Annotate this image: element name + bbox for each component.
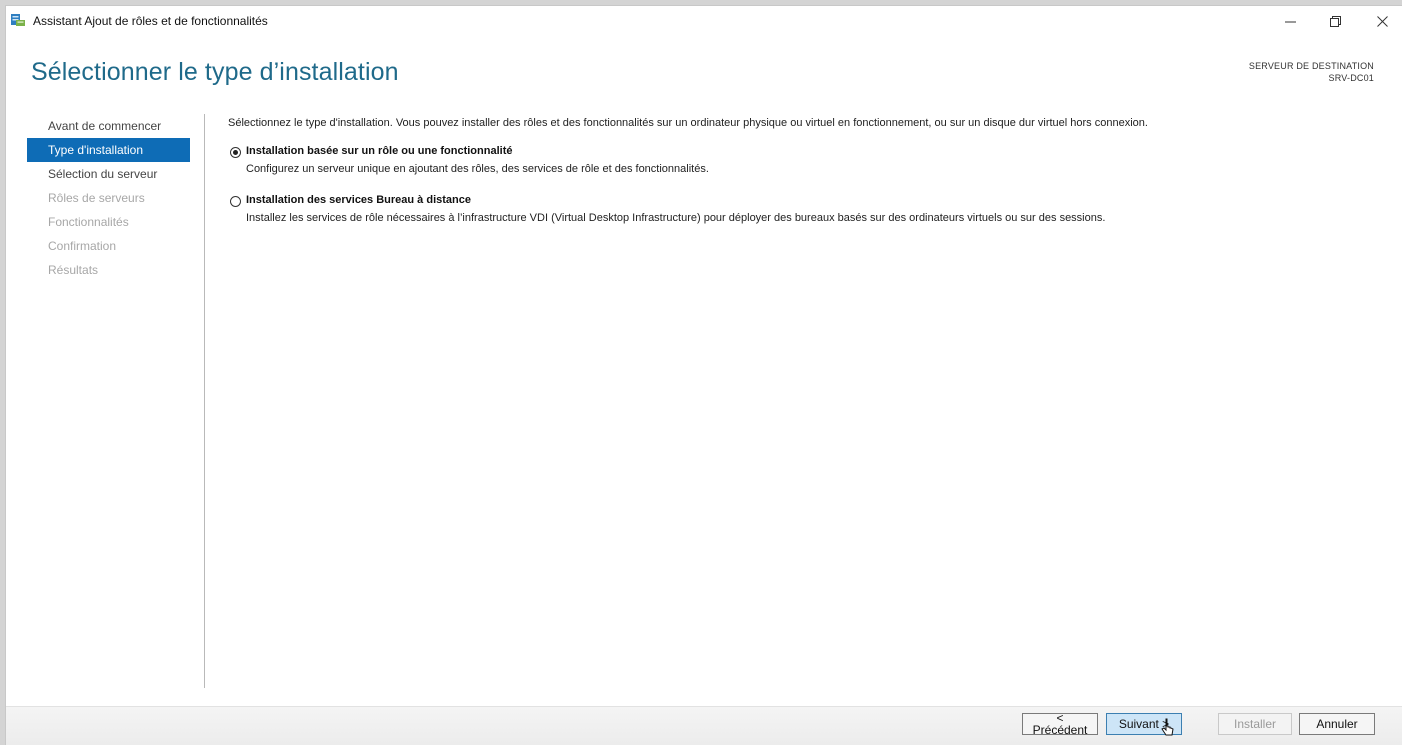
title-bar: Assistant Ajout de rôles et de fonctionn… <box>6 6 1402 36</box>
option-remote-desktop[interactable]: Installation des services Bureau à dista… <box>228 194 1378 225</box>
intro-text: Sélectionnez le type d'installation. Vou… <box>228 117 1148 129</box>
destination-server-name: SRV-DC01 <box>1328 73 1374 83</box>
footer-bar <box>6 707 1402 745</box>
radio-role-based[interactable] <box>230 147 241 158</box>
wizard-window: Assistant Ajout de rôles et de fonctionn… <box>6 6 1402 745</box>
option-remote-desktop-description: Installez les services de rôle nécessair… <box>246 212 1106 224</box>
option-role-based[interactable]: Installation basée sur un rôle ou une fo… <box>228 145 1378 176</box>
sidebar-divider <box>204 114 205 688</box>
mouse-pointer-icon <box>1160 718 1176 740</box>
main-content: Sélectionnez le type d'installation. Vou… <box>228 116 1378 225</box>
restore-icon <box>1329 15 1341 27</box>
minimize-button[interactable] <box>1270 6 1310 36</box>
destination-label: SERVEUR DE DESTINATION <box>1248 61 1374 71</box>
nav-item-avant-de-commencer[interactable]: Avant de commencer <box>27 114 190 138</box>
page-title: Sélectionner le type d’installation <box>31 58 399 86</box>
destination-server-info: SERVEUR DE DESTINATION SRV-DC01 <box>1249 60 1374 84</box>
install-button: Installer <box>1218 713 1292 735</box>
minimize-icon <box>1284 16 1296 27</box>
wizard-steps-nav: Avant de commencer Type d'installation S… <box>27 114 190 282</box>
option-remote-desktop-title: Installation des services Bureau à dista… <box>246 194 471 206</box>
option-role-based-title: Installation basée sur un rôle ou une fo… <box>246 145 513 157</box>
previous-button[interactable]: < Précédent <box>1022 712 1098 736</box>
close-button[interactable] <box>1362 6 1402 36</box>
option-role-based-description: Configurez un serveur unique en ajoutant… <box>246 163 709 175</box>
cancel-button[interactable]: Annuler <box>1299 713 1375 735</box>
nav-item-type-installation[interactable]: Type d'installation <box>27 138 190 162</box>
restore-button[interactable] <box>1315 6 1355 36</box>
nav-item-fonctionnalites: Fonctionnalités <box>48 215 129 229</box>
window-title: Assistant Ajout de rôles et de fonctionn… <box>33 14 268 28</box>
nav-item-selection-serveur[interactable]: Sélection du serveur <box>27 162 190 186</box>
close-icon <box>1376 15 1388 27</box>
nav-item-confirmation: Confirmation <box>48 239 117 253</box>
nav-item-roles-serveurs: Rôles de serveurs <box>48 191 145 205</box>
server-manager-app-icon <box>10 12 26 28</box>
radio-remote-desktop[interactable] <box>230 196 241 207</box>
nav-item-resultats: Résultats <box>48 263 99 277</box>
